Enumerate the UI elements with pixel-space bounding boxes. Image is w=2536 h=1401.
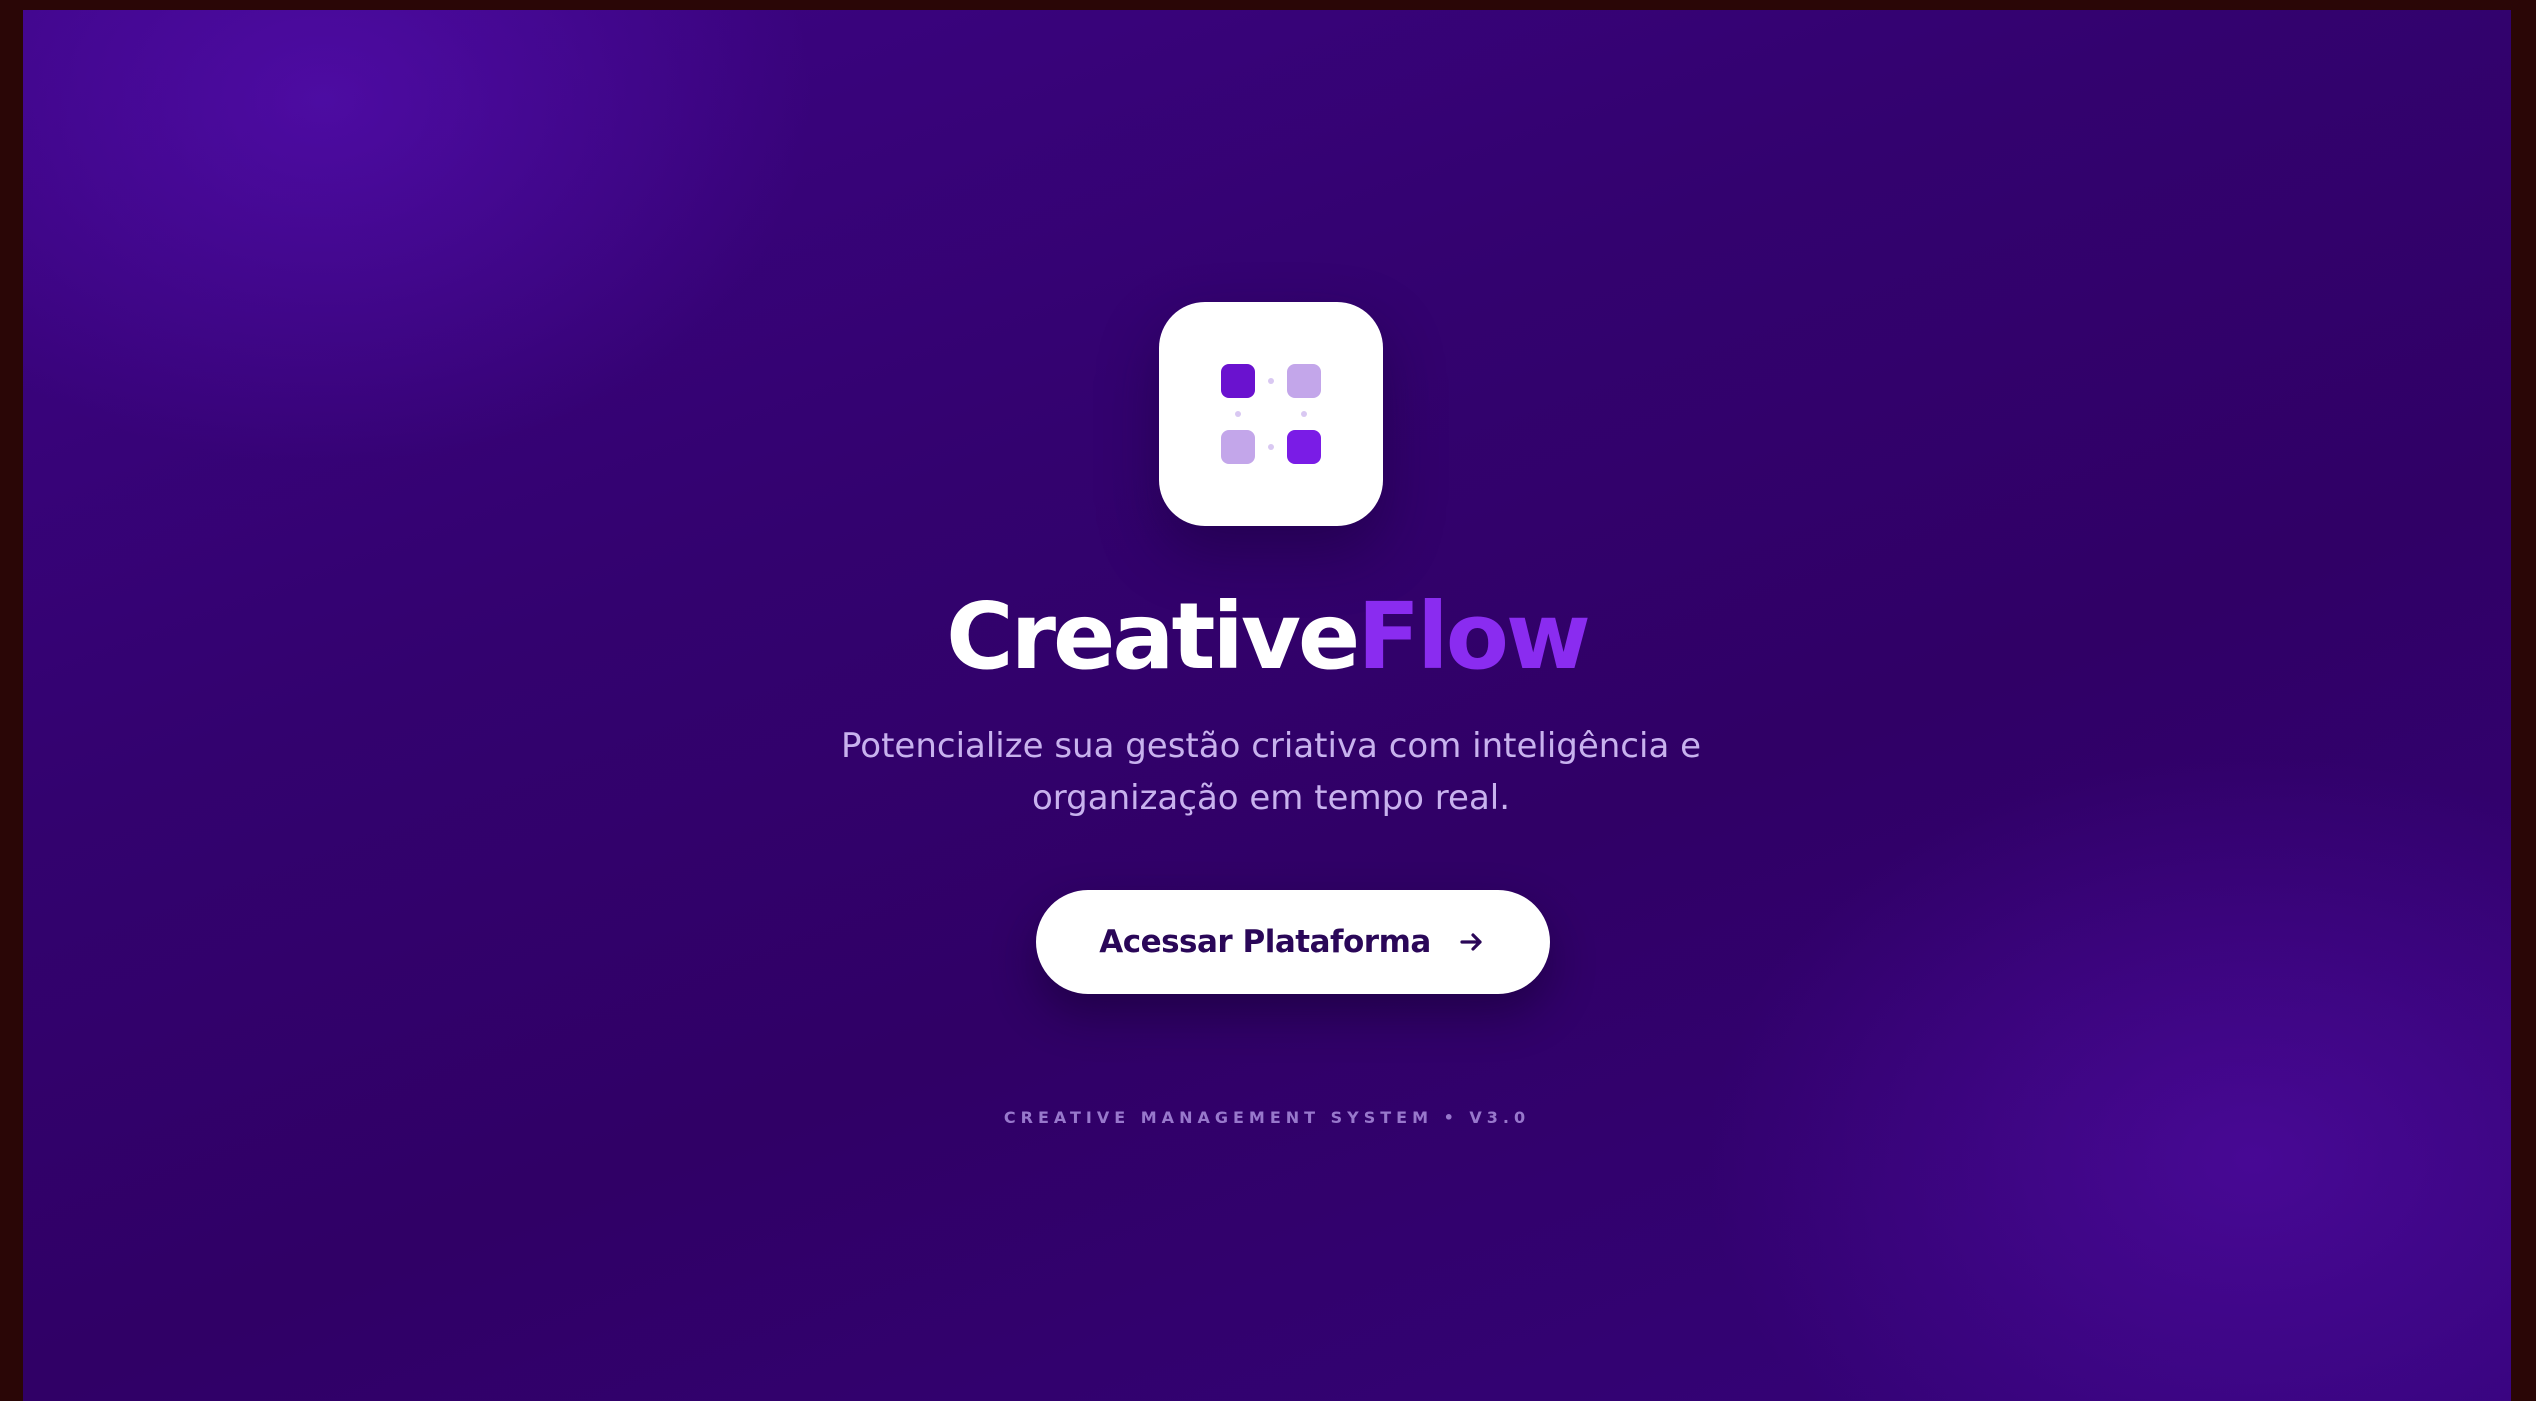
app-grid-icon: [1221, 364, 1321, 464]
version-footer: CREATIVE MANAGEMENT SYSTEM • V3.0: [1003, 1108, 1531, 1127]
app-title: CreativeFlow: [23, 582, 2511, 692]
landing-page: CreativeFlow Potencialize sua gestão cri…: [23, 10, 2511, 1401]
app-title-part2: Flow: [1357, 583, 1591, 690]
hero-section: CreativeFlow Potencialize sua gestão cri…: [23, 10, 2511, 1401]
access-platform-button[interactable]: Acessar Plataforma: [1036, 890, 1550, 994]
app-title-part1: Creative: [946, 583, 1360, 690]
access-platform-label: Acessar Plataforma: [1099, 924, 1431, 960]
app-logo: [1159, 302, 1383, 526]
hero-subtitle: Potencialize sua gestão criativa com int…: [840, 726, 1702, 818]
arrow-right-icon: [1457, 927, 1487, 957]
